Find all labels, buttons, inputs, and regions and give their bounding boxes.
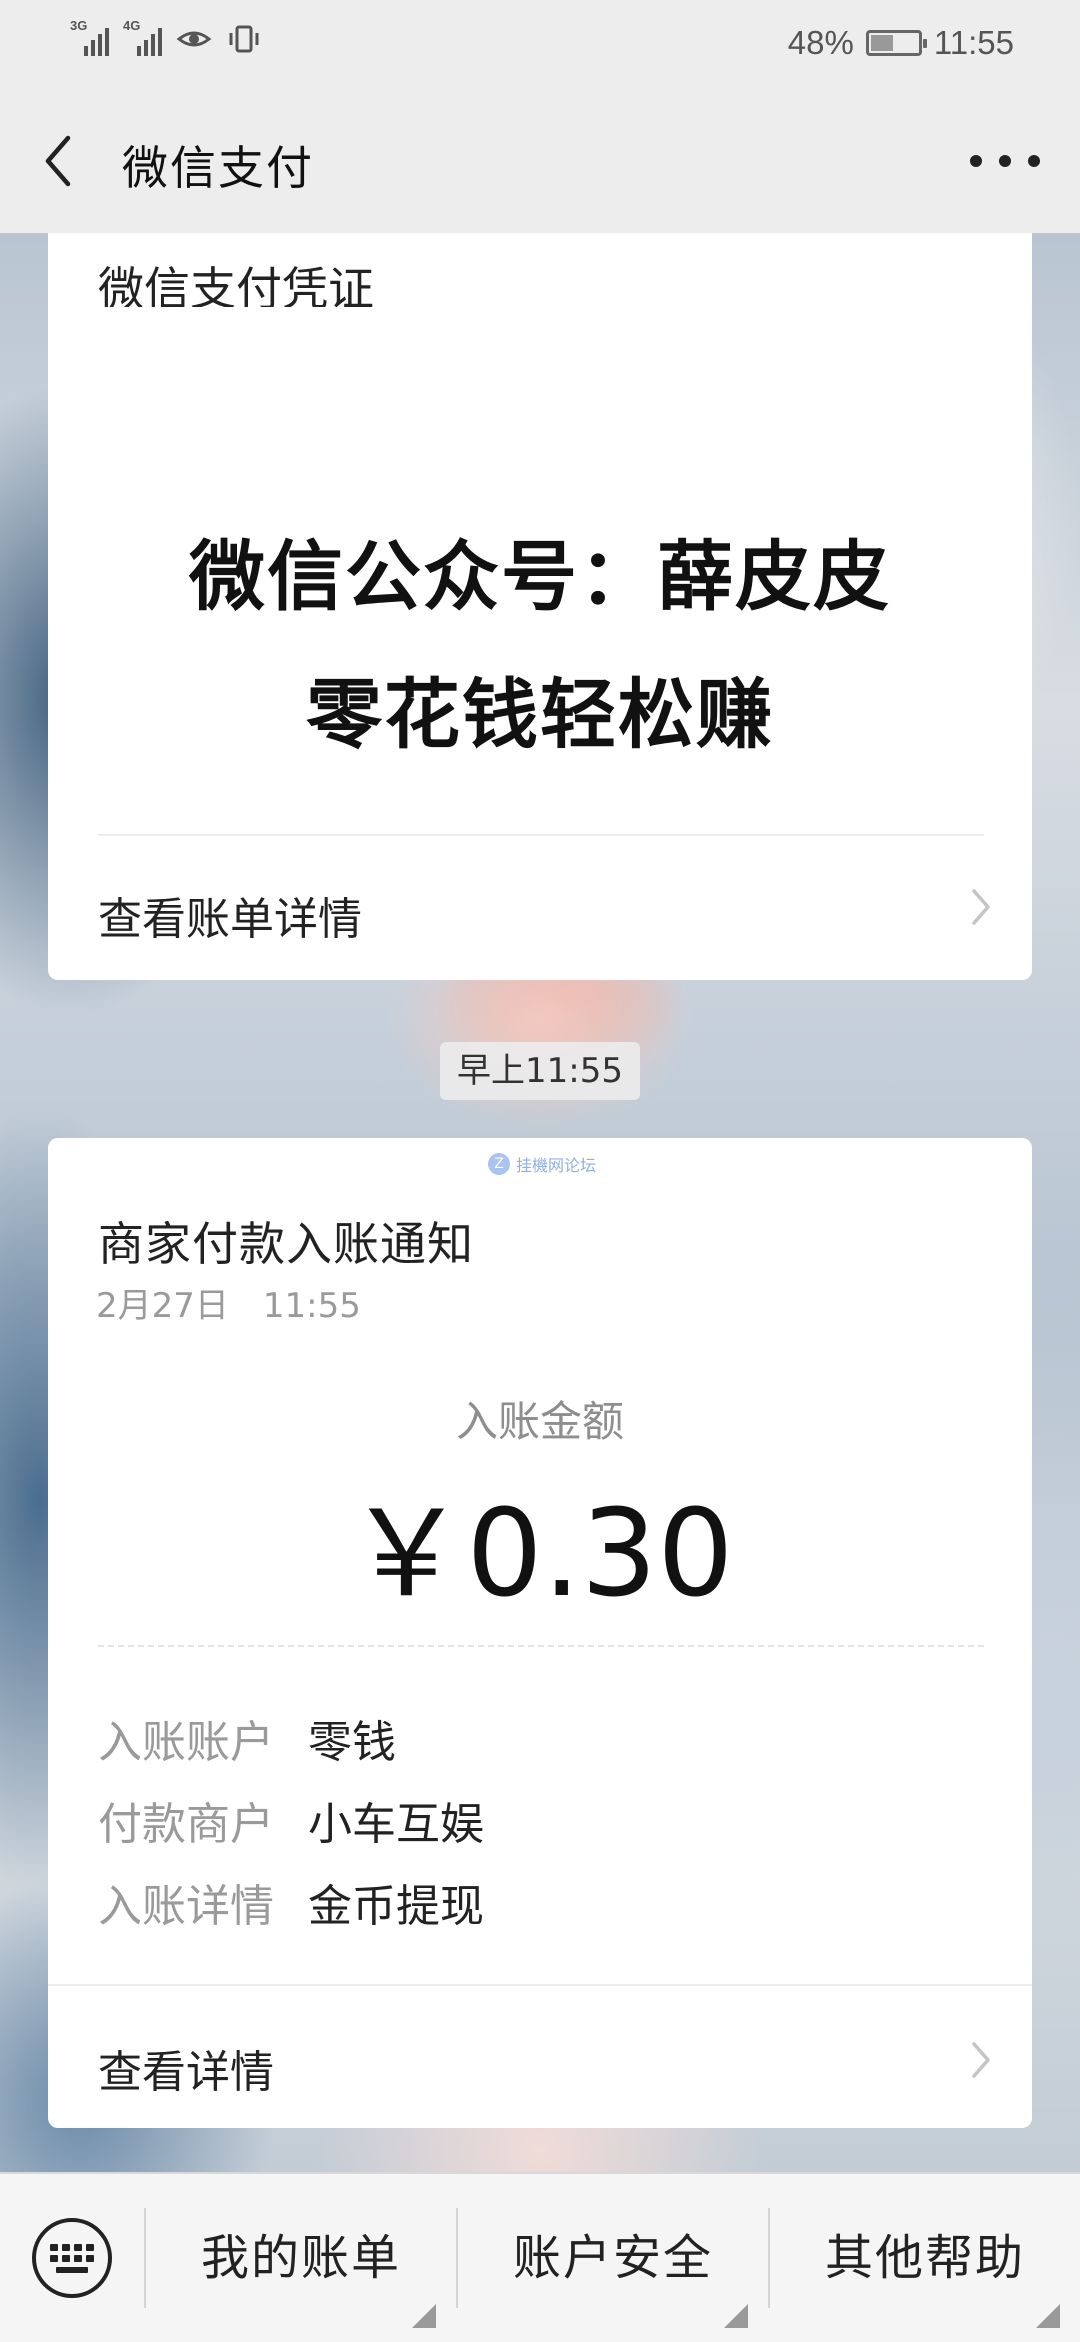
- detail-key: 付款商户: [98, 1799, 274, 1850]
- view-bill-details-label: 查看账单详情: [98, 894, 362, 945]
- promo-line-1: 微信公众号：薛皮皮: [189, 532, 891, 621]
- voucher-card-title: 微信支付凭证: [98, 262, 374, 307]
- detail-key: 入账详情: [98, 1881, 274, 1932]
- detail-key: 入账账户: [98, 1717, 274, 1768]
- amount-value: ￥0.30: [346, 1485, 734, 1624]
- signal-4g-icon: 4G: [123, 18, 162, 56]
- card-divider: [98, 834, 984, 836]
- detail-value: 小车互娱: [308, 1799, 484, 1850]
- notice-title: 商家付款入账通知: [98, 1217, 474, 1271]
- view-details-label: 查看详情: [98, 2047, 274, 2098]
- keyboard-icon[interactable]: [30, 2216, 114, 2300]
- submenu-indicator-icon: [1036, 2304, 1060, 2328]
- message-timestamp: 早上11:55: [440, 1042, 640, 1100]
- bottom-menu-bar: 我的账单 账户安全 其他帮助: [0, 2172, 1080, 2342]
- status-time: 11:55: [933, 24, 1014, 61]
- back-arrow-icon[interactable]: [38, 130, 82, 192]
- status-bar: 3G 4G 48% 11:55: [0, 0, 1080, 90]
- menu-account-security-label: 账户安全: [512, 2230, 713, 2286]
- detail-value: 零钱: [308, 1717, 396, 1768]
- watermark-text: 挂機网论坛: [516, 1156, 597, 1175]
- view-bill-details-link[interactable]: 查看账单详情: [48, 837, 1032, 977]
- submenu-indicator-icon: [412, 2304, 436, 2328]
- chevron-right-icon: [972, 2042, 990, 2078]
- merchant-payment-notice-card: Z 挂機网论坛 商家付款入账通知 2月27日 11:55 入账金额 ￥0.30 …: [48, 1138, 1032, 2128]
- menu-my-bills[interactable]: 我的账单: [146, 2174, 456, 2342]
- menu-other-help[interactable]: 其他帮助: [770, 2174, 1080, 2342]
- payment-voucher-card: 微信支付凭证 微信公众号：薛皮皮 零花钱轻松赚 查看账单详情: [48, 233, 1032, 980]
- menu-other-help-label: 其他帮助: [824, 2230, 1025, 2286]
- battery-icon: [865, 30, 927, 56]
- eye-icon: [176, 31, 212, 47]
- watermark: Z 挂機网论坛: [488, 1152, 596, 1176]
- more-options-icon[interactable]: [970, 136, 1040, 186]
- battery-fill: [870, 35, 893, 51]
- vibrate-icon: [229, 25, 259, 53]
- battery-percent: 48%: [787, 24, 854, 61]
- dashed-divider: [98, 1645, 984, 1647]
- signal-4g-tag: 4G: [123, 18, 141, 33]
- signal-3g-tag: 3G: [70, 18, 88, 33]
- detail-value: 金币提现: [308, 1881, 484, 1932]
- promo-line-2: 零花钱轻松赚: [306, 670, 774, 759]
- status-right: 48% 11:55: [788, 24, 1014, 62]
- signal-3g-icon: 3G: [70, 18, 109, 56]
- amount-label: 入账金额: [455, 1397, 624, 1446]
- view-details-link[interactable]: 查看详情: [48, 1986, 1032, 2126]
- menu-my-bills-label: 我的账单: [200, 2230, 401, 2286]
- watermark-logo-icon: Z: [488, 1153, 510, 1175]
- menu-account-security[interactable]: 账户安全: [458, 2174, 768, 2342]
- chevron-right-icon: [972, 889, 990, 925]
- submenu-indicator-icon: [724, 2304, 748, 2328]
- nav-header: 微信支付: [0, 90, 1080, 233]
- notice-date: 2月27日 11:55: [96, 1286, 361, 1326]
- status-left: 3G 4G: [70, 18, 262, 56]
- page-title: 微信支付: [122, 141, 314, 195]
